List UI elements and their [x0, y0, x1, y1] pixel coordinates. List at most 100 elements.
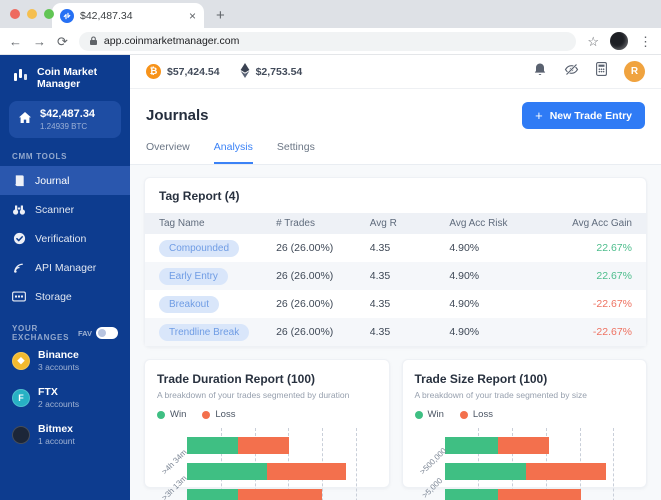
app-logo[interactable]: Coin Market Manager [0, 66, 130, 90]
balance-btc: 1.24939 BTC [40, 122, 88, 132]
sidebar-item-journal[interactable]: Journal [0, 166, 130, 196]
calculator-icon[interactable] [596, 62, 607, 81]
win-segment [444, 436, 498, 454]
exchange-info: Binance 3 accounts [38, 349, 79, 372]
chart-bar-row: >3h 13m [160, 458, 377, 500]
notifications-bell-icon[interactable] [533, 62, 547, 82]
browser-profile-avatar[interactable] [610, 32, 628, 50]
chart-legend: Win Loss [414, 409, 635, 420]
plus-icon: + [535, 108, 543, 123]
trade-size-report-card: Trade Size Report (100) A breakdown of y… [401, 359, 647, 500]
legend-item-loss[interactable]: Loss [202, 409, 235, 420]
legend-item-win[interactable]: Win [157, 409, 186, 420]
legend-item-win[interactable]: Win [414, 409, 444, 420]
sidebar-item-api-manager[interactable]: API Manager [0, 253, 130, 282]
table-row[interactable]: Early Entry 26 (26.00%) 4.35 4.90% 22.67% [145, 262, 646, 290]
hide-balances-eye-off-icon[interactable] [564, 63, 579, 81]
ftx-icon: F [12, 388, 30, 407]
column-header: Avg Acc Gain [572, 218, 632, 229]
category-label: >5,000 [419, 476, 444, 500]
tag-cell: Compounded [159, 239, 276, 257]
exchange-item-ftx[interactable]: F FTX 2 accounts [0, 379, 130, 416]
tab-analysis[interactable]: Analysis [213, 141, 253, 164]
exchange-list: ◆ Binance 3 accounts F FTX 2 accounts Bitmex 1 … [0, 342, 130, 453]
bar-track [444, 436, 635, 454]
loss-segment [497, 436, 549, 454]
browser-tab-strip: $42,487.34 × + [0, 0, 661, 28]
tag-report-rows: Compounded 26 (26.00%) 4.35 4.90% 22.67% Earl… [145, 234, 646, 346]
exchange-item-bitmex[interactable]: Bitmex 1 account [0, 416, 130, 453]
sidebar: Coin Market Manager $42,487.34 1.24939 B… [0, 55, 130, 500]
bar-track [444, 462, 635, 480]
avg-acc-gain-cell: -22.67% [592, 326, 632, 338]
win-segment [187, 462, 267, 480]
new-tab-button[interactable]: + [216, 7, 225, 28]
tag-pill[interactable]: Compounded [159, 239, 240, 257]
user-avatar[interactable]: R [624, 61, 645, 82]
browser-menu-icon[interactable]: ⋮ [639, 35, 652, 48]
exchange-accounts: 1 account [38, 436, 75, 447]
page-header: Journals + New Trade Entry Overview Analy… [130, 89, 661, 165]
browser-tab[interactable]: $42,487.34 × [52, 3, 204, 28]
tag-pill[interactable]: Trendline Break [159, 323, 250, 341]
chart-legend: Win Loss [157, 409, 377, 420]
url-text: app.coinmarketmanager.com [103, 35, 240, 47]
back-icon[interactable]: ← [9, 35, 22, 48]
bitmex-icon [12, 425, 30, 444]
your-exchanges-label: YOUR EXCHANGES [12, 324, 70, 343]
forward-icon[interactable]: → [33, 35, 46, 48]
home-icon [18, 111, 32, 129]
bar-track [187, 462, 377, 480]
app-logo-text: Coin Market Manager [37, 66, 98, 91]
chart-subtitle: A breakdown of your trades segmented by … [157, 390, 350, 400]
tab-close-icon[interactable]: × [189, 10, 196, 22]
table-row[interactable]: Compounded 26 (26.00%) 4.35 4.90% 22.67% [145, 234, 646, 262]
window-controls[interactable] [10, 9, 54, 19]
sidebar-item-label: Journal [35, 174, 70, 187]
table-row[interactable]: Trendline Break 26 (26.00%) 4.35 4.90% -22.6… [145, 318, 646, 346]
bookmark-star-icon[interactable]: ☆ [587, 35, 599, 48]
bar-track [187, 436, 377, 454]
tab-overview[interactable]: Overview [146, 141, 190, 164]
portfolio-balance-card[interactable]: $42,487.34 1.24939 BTC [9, 101, 121, 139]
scanner-icon [12, 203, 26, 216]
win-segment [187, 488, 239, 500]
reload-icon[interactable]: ⟳ [57, 35, 68, 48]
chart-bar-row: >5,000 [420, 458, 635, 500]
exchange-accounts: 2 accounts [38, 399, 80, 410]
sidebar-item-label: Scanner [35, 203, 75, 216]
binance-icon: ◆ [12, 351, 30, 370]
exchange-info: Bitmex 1 account [38, 423, 75, 446]
app-window: Coin Market Manager $42,487.34 1.24939 B… [0, 55, 661, 500]
chart-plot: >4h 34m>3h 13m>2h 52m>1h 53m>12m [157, 428, 377, 500]
win-segment [187, 436, 239, 454]
avg-acc-gain-cell: -22.67% [592, 298, 632, 310]
browser-toolbar: ← → ⟳ app.coinmarketmanager.com ☆ ⋮ [0, 28, 661, 55]
window-minimize-button[interactable] [27, 9, 37, 19]
journal-tabs: Overview Analysis Settings [146, 141, 645, 164]
column-header: Tag Name [159, 218, 205, 229]
chart-bar-row: >4h 34m [160, 432, 377, 476]
sidebar-item-scanner[interactable]: Scanner [0, 195, 130, 224]
journal-icon [12, 174, 26, 187]
sidebar-item-storage[interactable]: Storage [0, 282, 130, 311]
sidebar-item-verification[interactable]: Verification [0, 224, 130, 253]
window-zoom-button[interactable] [44, 9, 54, 19]
tag-pill[interactable]: Early Entry [159, 267, 228, 285]
tab-settings[interactable]: Settings [277, 141, 315, 164]
sidebar-item-label: Storage [35, 290, 72, 303]
address-bar[interactable]: app.coinmarketmanager.com [78, 31, 577, 51]
avg-acc-risk-cell: 4.90% [449, 242, 480, 254]
exchange-item-binance[interactable]: ◆ Binance 3 accounts [0, 342, 130, 379]
table-row[interactable]: Breakout 26 (26.00%) 4.35 4.90% -22.67% [145, 290, 646, 318]
trades-cell: 26 (26.00%) [276, 270, 334, 282]
column-header: Avg Acc Risk [449, 218, 508, 229]
new-trade-entry-button[interactable]: + New Trade Entry [522, 102, 645, 129]
legend-item-loss[interactable]: Loss [459, 409, 493, 420]
loss-segment [525, 462, 606, 480]
exchange-name: Bitmex [38, 423, 74, 436]
window-close-button[interactable] [10, 9, 20, 19]
tag-pill[interactable]: Breakout [159, 295, 220, 313]
sidebar-item-label: API Manager [35, 261, 97, 274]
fav-toggle[interactable] [96, 327, 118, 340]
